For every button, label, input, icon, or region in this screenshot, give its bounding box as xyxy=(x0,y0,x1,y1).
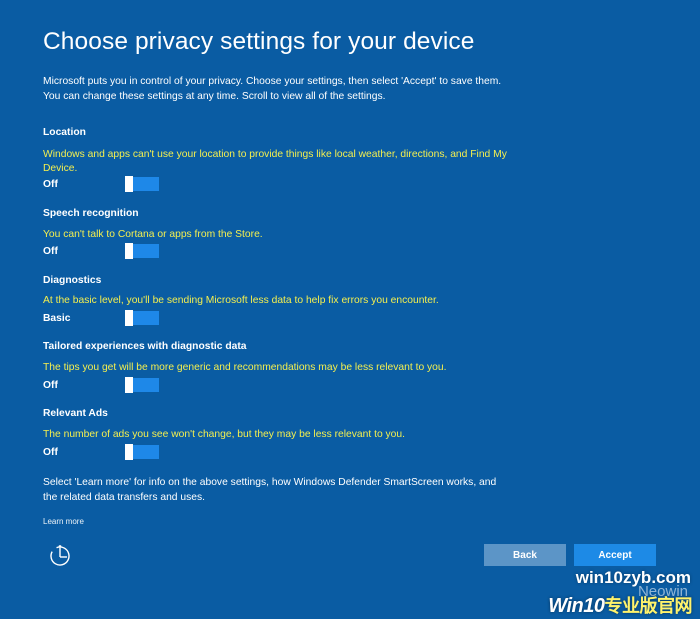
setting-heading: Relevant Ads xyxy=(43,408,108,419)
toggle-knob xyxy=(125,444,133,460)
toggle-state-label: Off xyxy=(43,179,58,190)
setting-diagnostics: Diagnostics At the basic level, you'll b… xyxy=(43,274,513,326)
toggle-state-label: Off xyxy=(43,246,58,257)
toggle-state-label: Off xyxy=(43,447,58,458)
toggle-state-label: Basic xyxy=(43,313,71,324)
back-button[interactable]: Back xyxy=(484,544,566,566)
watermark-url: win10zyb.com xyxy=(575,568,691,587)
ease-of-access-icon[interactable] xyxy=(47,543,73,569)
watermark-brand: Win10专业版官网 xyxy=(548,592,692,618)
setting-description: The number of ads you see won't change, … xyxy=(43,429,405,440)
learn-more-link[interactable]: Learn more xyxy=(43,517,84,526)
diagnostics-toggle-row: Basic xyxy=(43,310,173,327)
relevant-ads-toggle[interactable] xyxy=(125,444,159,460)
toggle-knob xyxy=(125,310,133,326)
toggle-state-label: Off xyxy=(43,380,58,391)
toggle-knob xyxy=(125,377,133,393)
location-toggle-row: Off xyxy=(43,176,173,193)
setting-heading: Diagnostics xyxy=(43,275,102,286)
tailored-toggle-row: Off xyxy=(43,377,173,394)
toggle-knob xyxy=(125,176,133,192)
page-title: Choose privacy settings for your device xyxy=(43,28,475,55)
speech-toggle-row: Off xyxy=(43,243,173,260)
speech-recognition-toggle[interactable] xyxy=(125,243,159,259)
setting-description: At the basic level, you'll be sending Mi… xyxy=(43,295,439,306)
learn-more-info-text: Select 'Learn more' for info on the abov… xyxy=(43,477,497,503)
setting-heading: Tailored experiences with diagnostic dat… xyxy=(43,341,247,352)
location-toggle[interactable] xyxy=(125,176,159,192)
setting-speech-recognition: Speech recognition You can't talk to Cor… xyxy=(43,207,513,259)
setting-heading: Location xyxy=(43,127,86,138)
setting-description: You can't talk to Cortana or apps from t… xyxy=(43,229,263,240)
setting-location: Location Windows and apps can't use your… xyxy=(43,126,513,192)
toggle-knob xyxy=(125,243,133,259)
diagnostics-toggle[interactable] xyxy=(125,310,159,326)
setting-description: Windows and apps can't use your location… xyxy=(43,149,507,174)
setting-description: The tips you get will be more generic an… xyxy=(43,362,447,373)
tailored-experiences-toggle[interactable] xyxy=(125,377,159,393)
watermark-brand-cn: 专业版官网 xyxy=(604,596,693,616)
setting-heading: Speech recognition xyxy=(43,208,139,219)
accept-button[interactable]: Accept xyxy=(574,544,656,566)
intro-text: Microsoft puts you in control of your pr… xyxy=(43,76,502,102)
setting-tailored-experiences: Tailored experiences with diagnostic dat… xyxy=(43,340,513,393)
setting-relevant-ads: Relevant Ads The number of ads you see w… xyxy=(43,407,513,460)
ads-toggle-row: Off xyxy=(43,444,173,461)
watermark-brand-prefix: Win10 xyxy=(548,595,605,617)
